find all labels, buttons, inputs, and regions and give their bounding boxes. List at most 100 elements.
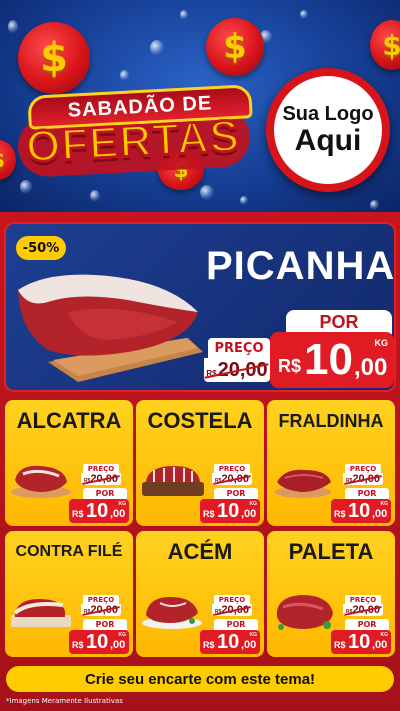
product-card-fraldinha[interactable]: FRALDINHA PREÇO R$20,00 POR R$ 10 ,00 KG	[267, 400, 395, 526]
price-unit: KG	[118, 501, 127, 507]
price-unit: KG	[249, 501, 258, 507]
price-unit: KG	[380, 632, 389, 638]
price-cents: ,00	[241, 639, 257, 651]
price-cents: ,00	[354, 354, 388, 381]
price-cents: ,00	[110, 639, 126, 651]
old-price-value: 20,00	[352, 604, 380, 616]
fraldinha-image	[275, 469, 331, 498]
old-price-label: PREÇO	[214, 464, 250, 473]
old-price-label: PREÇO	[83, 464, 119, 473]
featured-product-card[interactable]: -50% PICANHA PREÇO R$20,00 POR R$ 10 ,00…	[4, 222, 396, 392]
discount-badge: -50%	[16, 236, 66, 260]
old-price: R$20,00	[212, 473, 252, 485]
coin-icon: $	[18, 22, 90, 94]
price-integer: 10	[86, 500, 109, 522]
new-price: R$ 10 ,00 KG	[200, 499, 260, 523]
price-unit: KG	[380, 501, 389, 507]
coin-icon: $	[370, 20, 400, 70]
water-drop	[300, 10, 308, 19]
product-name: PALETA	[288, 539, 374, 564]
price-unit: KG	[249, 632, 258, 638]
old-price: R$20,00	[81, 473, 121, 485]
old-price-value: 20,00	[352, 473, 380, 485]
price-cents: ,00	[372, 508, 388, 520]
new-price-label: POR	[83, 488, 127, 499]
old-price-currency: R$	[206, 368, 217, 378]
old-price-label: PREÇO	[83, 595, 119, 604]
price-integer: 10	[304, 335, 353, 384]
old-price-value: 20,00	[217, 358, 268, 381]
product-name: PICANHA	[206, 244, 396, 288]
price-currency: R$	[203, 640, 215, 650]
old-price-label: PREÇO	[208, 338, 270, 358]
water-drop	[90, 190, 100, 202]
product-name: COSTELA	[147, 408, 253, 433]
price-cents: ,00	[372, 639, 388, 651]
old-price: R$20,00	[343, 604, 383, 616]
alcatra-image	[11, 465, 71, 498]
product-name: ACÉM	[167, 539, 233, 564]
price-currency: R$	[203, 509, 215, 519]
water-drop	[20, 180, 32, 194]
price-integer: 10	[348, 500, 371, 522]
coin-icon: $	[206, 18, 264, 76]
product-card-contra-file[interactable]: CONTRA FILÉ PREÇO R$20,00 POR R$ 10 ,00 …	[5, 531, 133, 657]
price-integer: 10	[86, 631, 109, 653]
new-price: R$ 10 ,00 KG	[331, 499, 391, 523]
price-integer: 10	[217, 500, 240, 522]
water-drop	[180, 10, 188, 20]
product-card-paleta[interactable]: PALETA PREÇO R$20,00 POR R$ 10 ,00 KG	[267, 531, 395, 657]
product-card-acem[interactable]: ACÉM PREÇO R$20,00 POR R$ 10 ,00 KG	[136, 531, 264, 657]
new-price: R$ 10 ,00 KG	[69, 630, 129, 654]
water-drop	[240, 196, 248, 205]
cta-button[interactable]: Crie seu encarte com este tema!	[6, 666, 394, 692]
header: $ $ $ $ $ SABADÃO DE OFERTAS Sua Logo Aq…	[0, 0, 400, 212]
new-price: R$ 10 ,00 KG	[69, 499, 129, 523]
water-drop	[150, 40, 164, 56]
old-price-value: 20,00	[90, 604, 118, 616]
product-name: FRALDINHA	[278, 411, 384, 431]
logo-placeholder[interactable]: Sua Logo Aqui	[266, 68, 390, 192]
old-price-label: PREÇO	[345, 595, 381, 604]
old-price-label: PREÇO	[214, 595, 250, 604]
contra-file-image	[11, 599, 71, 627]
new-price: R$ 10 ,00 KG	[331, 630, 391, 654]
old-price-label: PREÇO	[345, 464, 381, 473]
new-price-label: POR	[83, 619, 127, 630]
price-currency: R$	[72, 509, 84, 519]
old-price-value: 20,00	[221, 604, 249, 616]
old-price-value: 20,00	[221, 473, 249, 485]
price-integer: 10	[348, 631, 371, 653]
new-price: R$ 10 ,00 KG	[270, 332, 394, 388]
old-price: R$20,00	[204, 358, 270, 382]
disclaimer-text: *Imagens Meramente Ilustrativas	[6, 697, 123, 705]
new-price-label: POR	[286, 310, 392, 334]
new-price: R$ 10 ,00 KG	[200, 630, 260, 654]
paleta-image	[276, 595, 333, 630]
old-price-value: 20,00	[90, 473, 118, 485]
old-price: R$20,00	[81, 604, 121, 616]
water-drop	[200, 185, 214, 200]
new-price-label: POR	[214, 619, 258, 630]
product-name: ALCATRA	[16, 408, 122, 433]
price-currency: R$	[334, 509, 346, 519]
price-integer: 10	[217, 631, 240, 653]
price-cents: ,00	[110, 508, 126, 520]
product-card-alcatra[interactable]: ALCATRA PREÇO R$20,00 POR R$ 10 ,00 KG	[5, 400, 133, 526]
logo-text-line2: Aqui	[294, 124, 362, 157]
price-unit: KG	[374, 338, 389, 348]
old-price: R$20,00	[343, 473, 383, 485]
new-price-label: POR	[214, 488, 258, 499]
new-price-label: POR	[345, 488, 389, 499]
acem-image	[142, 597, 202, 629]
water-drop	[120, 70, 129, 81]
water-drop	[8, 20, 18, 34]
price-unit: KG	[118, 632, 127, 638]
product-card-costela[interactable]: COSTELA PREÇO R$20,00 POR R$ 10 ,00 KG	[136, 400, 264, 526]
picanha-image	[18, 274, 203, 382]
price-currency: R$	[278, 356, 302, 376]
old-price: R$20,00	[212, 604, 252, 616]
product-name: CONTRA FILÉ	[15, 543, 123, 560]
costela-image	[142, 466, 204, 496]
new-price-label: POR	[345, 619, 389, 630]
